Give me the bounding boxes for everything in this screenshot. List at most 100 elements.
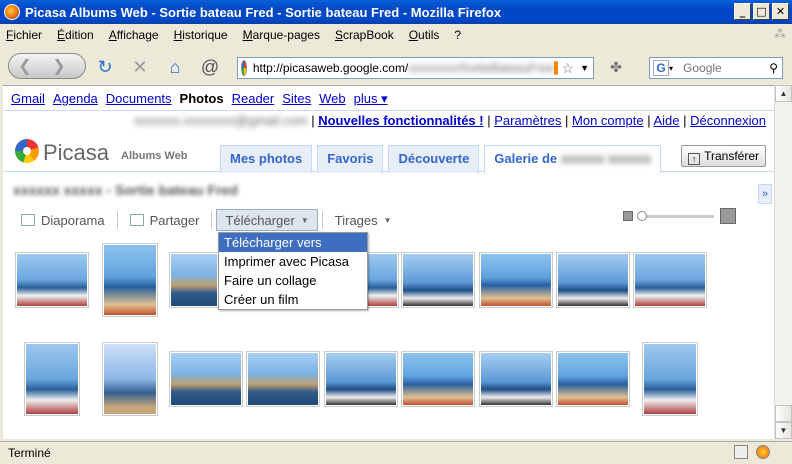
link-whats-new[interactable]: Nouvelles fonctionnalités ! xyxy=(318,113,483,128)
upload-button[interactable]: ↑ Transférer xyxy=(681,145,766,167)
menu-help[interactable]: ? xyxy=(454,28,461,42)
picasa-logo-icon[interactable] xyxy=(15,139,39,163)
scrapbook-icon[interactable]: ✤ xyxy=(605,56,627,78)
link-agenda[interactable]: Agenda xyxy=(53,91,98,107)
photo-thumbnail[interactable] xyxy=(24,342,80,416)
url-text: http://picasaweb.google.com/ xyxy=(252,61,409,75)
firefox-icon xyxy=(4,4,20,20)
google-engine-icon[interactable]: G xyxy=(653,60,669,76)
album-title: xxxxxx xxxxx - Sortie bateau Fred xyxy=(13,182,238,198)
firefox-status-icon[interactable] xyxy=(756,445,770,459)
maximize-button[interactable]: □ xyxy=(753,3,770,20)
menu-outils[interactable]: Outils xyxy=(409,28,440,42)
menu-scrapbook[interactable]: ScrapBook xyxy=(335,28,394,42)
link-my-account[interactable]: Mon compte xyxy=(572,113,644,128)
link-web[interactable]: Web xyxy=(319,91,346,107)
link-gmail[interactable]: Gmail xyxy=(11,91,45,107)
minimize-button[interactable]: _ xyxy=(734,3,751,20)
photo-thumbnail[interactable] xyxy=(169,351,243,407)
photo-thumbnail[interactable] xyxy=(102,243,158,317)
share-button[interactable]: Partager xyxy=(122,209,208,231)
link-reader[interactable]: Reader xyxy=(232,91,275,107)
google-bar: Gmail Agenda Documents Photos Reader Sit… xyxy=(11,91,388,107)
menu-make-collage[interactable]: Faire un collage xyxy=(219,271,367,290)
link-settings[interactable]: Paramètres xyxy=(494,113,561,128)
upload-icon: ↑ xyxy=(688,153,701,165)
photo-thumbnail[interactable] xyxy=(401,252,475,308)
engine-dropdown-icon[interactable]: ▾ xyxy=(669,64,673,73)
scroll-thumb[interactable] xyxy=(775,405,792,422)
toolbar-divider xyxy=(321,211,323,229)
tab-favorites[interactable]: Favoris xyxy=(317,145,384,173)
menu-affichage[interactable]: Affichage xyxy=(109,28,159,42)
brand-name[interactable]: Picasa xyxy=(43,140,109,166)
stop-icon[interactable]: ✕ xyxy=(129,56,151,78)
status-bar: Terminé xyxy=(0,441,792,464)
photo-thumbnail[interactable] xyxy=(246,351,320,407)
prints-button[interactable]: Tirages ▼ xyxy=(327,209,400,231)
search-box[interactable]: G ▾ ⚲ xyxy=(649,57,783,79)
photo-thumbnail[interactable] xyxy=(324,351,398,407)
rss-icon[interactable] xyxy=(553,61,558,75)
tab-my-photos[interactable]: Mes photos xyxy=(220,145,313,173)
upload-label: Transférer xyxy=(704,149,759,163)
link-sites[interactable]: Sites xyxy=(282,91,311,107)
tab-gallery[interactable]: Galerie de xxxxxx xxxxxx xyxy=(484,145,662,173)
photo-thumbnail[interactable] xyxy=(479,351,553,407)
photo-thumbnail[interactable] xyxy=(401,351,475,407)
at-icon[interactable]: @ xyxy=(199,56,221,78)
vertical-scrollbar[interactable]: ▲ ▼ xyxy=(774,85,792,439)
photo-thumbnail[interactable] xyxy=(479,252,553,308)
photo-thumbnail[interactable] xyxy=(15,252,89,308)
link-help[interactable]: Aide xyxy=(653,113,679,128)
url-dropdown-icon[interactable]: ▼ xyxy=(580,63,589,73)
photo-thumbnail[interactable] xyxy=(556,252,630,308)
link-photos-current: Photos xyxy=(179,91,224,106)
chevron-down-icon: ▼ xyxy=(383,215,392,225)
menu-historique[interactable]: Historique xyxy=(174,28,228,42)
slideshow-button[interactable]: Diaporama xyxy=(13,209,113,231)
back-icon[interactable]: ❮ xyxy=(15,57,35,77)
menu-fichier[interactable]: Fichier xyxy=(6,28,42,42)
link-documents[interactable]: Documents xyxy=(106,91,172,107)
scroll-down-icon[interactable]: ▼ xyxy=(775,422,792,439)
large-thumb-icon xyxy=(720,208,736,224)
photo-thumbnail[interactable] xyxy=(633,252,707,308)
photo-thumbnail[interactable] xyxy=(102,342,158,416)
tab-explore[interactable]: Découverte xyxy=(388,145,480,173)
close-button[interactable]: ✕ xyxy=(772,3,789,20)
photo-thumbnail[interactable] xyxy=(642,342,698,416)
photo-thumbnail[interactable] xyxy=(365,252,399,308)
gallery-owner: xxxxxx xxxxxx xyxy=(560,151,652,166)
expand-sidebar-icon[interactable]: » xyxy=(758,184,772,204)
search-icon[interactable]: ⚲ xyxy=(769,61,778,75)
menu-create-movie[interactable]: Créer un film xyxy=(219,290,367,309)
thumbnail-size-slider[interactable] xyxy=(623,208,736,224)
user-links: xxxxxxx.xxxxxxxx@gmail.com | Nouvelles f… xyxy=(134,113,766,128)
menu-print-with-picasa[interactable]: Imprimer avec Picasa xyxy=(219,252,367,271)
home-icon[interactable]: ⌂ xyxy=(164,56,186,78)
scroll-track[interactable] xyxy=(775,103,792,403)
download-button[interactable]: Télécharger ▼ xyxy=(216,209,318,231)
menu-marque-pages[interactable]: Marque-pages xyxy=(243,28,320,42)
navigation-toolbar: ❮ ❯ ↻ ✕ ⌂ @ http://picasaweb.google.com/… xyxy=(0,47,792,85)
bookmark-star-icon[interactable]: ☆ xyxy=(562,60,575,77)
reload-icon[interactable]: ↻ xyxy=(94,56,116,78)
url-bar[interactable]: http://picasaweb.google.com/ xxxxxxxx/So… xyxy=(237,57,594,79)
link-more[interactable]: plus ▾ xyxy=(354,91,388,107)
search-input[interactable] xyxy=(683,61,764,75)
photo-thumbnail[interactable] xyxy=(556,351,630,407)
slider-knob[interactable] xyxy=(637,210,647,221)
scroll-up-icon[interactable]: ▲ xyxy=(775,85,792,102)
photo-thumbnail[interactable] xyxy=(169,252,219,308)
link-logout[interactable]: Déconnexion xyxy=(690,113,766,128)
back-forward-buttons[interactable]: ❮ ❯ xyxy=(8,53,86,79)
menu-edition[interactable]: Édition xyxy=(57,28,94,42)
menu-download-to-picasa[interactable]: Télécharger vers Picasa xyxy=(219,233,367,266)
download-label: Télécharger xyxy=(225,212,295,228)
brand-subtitle: Albums Web xyxy=(121,150,188,162)
forward-icon[interactable]: ❯ xyxy=(49,57,69,77)
download-menu: Télécharger vers Picasa Imprimer avec Pi… xyxy=(218,232,368,310)
slider-track[interactable] xyxy=(637,210,714,221)
page-info-icon[interactable] xyxy=(734,445,748,459)
